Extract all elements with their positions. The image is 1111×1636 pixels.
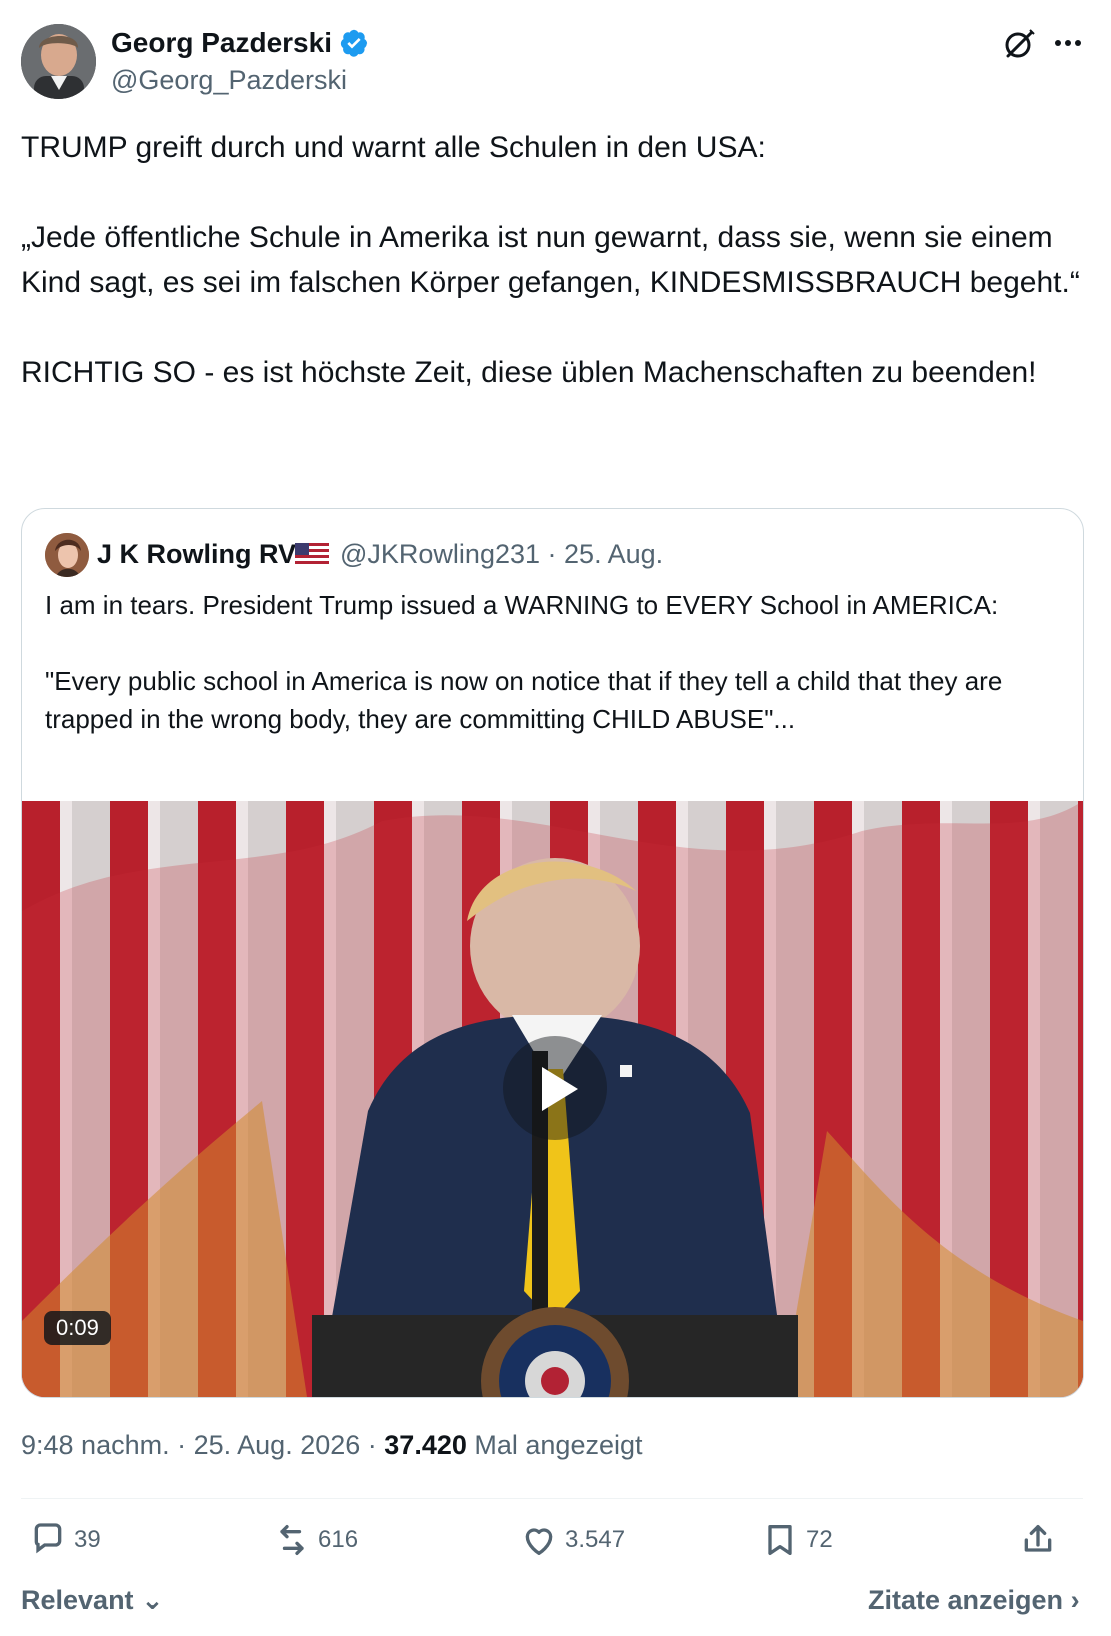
meta-separator: · xyxy=(547,539,565,569)
quote-author-name[interactable]: J K Rowling RV xyxy=(97,535,296,573)
author-name[interactable]: Georg Pazderski xyxy=(111,24,332,62)
post-date[interactable]: 25. Aug. 2026 xyxy=(194,1430,361,1460)
share-button[interactable] xyxy=(1018,1520,1064,1560)
bookmark-icon xyxy=(768,1525,792,1555)
share-icon xyxy=(1024,1525,1052,1552)
post-time[interactable]: 9:48 nachm. xyxy=(21,1430,170,1460)
quote-avatar[interactable] xyxy=(45,533,89,577)
tweet-text: TRUMP greift durch und warnt alle Schule… xyxy=(21,131,1080,389)
grok-icon[interactable] xyxy=(1000,25,1038,63)
more-icon[interactable] xyxy=(1050,28,1086,58)
quote-card[interactable]: J K Rowling RV @JKRowling231 · 25. Aug. … xyxy=(21,508,1084,1398)
action-divider xyxy=(21,1498,1083,1499)
repost-button[interactable]: 616 xyxy=(272,1520,358,1560)
repost-count: 616 xyxy=(318,1526,359,1553)
post-timestamp: 9:48 nachm. · 25. Aug. 2026 · 37.420 Mal… xyxy=(21,1426,643,1464)
bookmark-button[interactable]: 72 xyxy=(760,1520,833,1560)
video-duration: 0:09 xyxy=(44,1311,111,1345)
reply-icon xyxy=(34,1523,62,1554)
us-flag-icon xyxy=(295,543,329,567)
profile-avatar[interactable] xyxy=(21,24,96,99)
verified-icon xyxy=(340,29,368,57)
like-count: 3.547 xyxy=(565,1526,626,1553)
reply-count: 39 xyxy=(74,1526,101,1553)
reply-button[interactable]: 39 xyxy=(28,1520,101,1560)
quote-meta: @JKRowling231 · 25. Aug. xyxy=(340,535,663,573)
views-count: 37.420 xyxy=(384,1430,467,1460)
sort-relevant[interactable]: Relevant ⌄ xyxy=(21,1580,164,1620)
quote-author-handle[interactable]: @JKRowling231 xyxy=(340,539,540,569)
quote-text: I am in tears. President Trump issued a … xyxy=(45,590,1003,734)
quote-video[interactable]: 0:09 xyxy=(22,801,1083,1397)
video-thumbnail xyxy=(22,801,1083,1397)
quote-avatar-image xyxy=(45,533,89,577)
quote-date[interactable]: 25. Aug. xyxy=(564,539,663,569)
sort-label: Relevant xyxy=(21,1585,134,1615)
repost-icon xyxy=(280,1525,304,1555)
view-quotes-label: Zitate anzeigen xyxy=(868,1585,1064,1615)
meta-separator: · xyxy=(177,1430,194,1460)
like-button[interactable]: 3.547 xyxy=(519,1520,625,1560)
chevron-right-icon: › xyxy=(1070,1585,1080,1615)
heart-icon xyxy=(525,1528,553,1555)
views-label: Mal angezeigt xyxy=(474,1430,643,1460)
meta-separator: · xyxy=(367,1430,385,1460)
view-quotes-link[interactable]: Zitate anzeigen › xyxy=(868,1580,1080,1620)
avatar-image xyxy=(21,24,96,99)
author-handle[interactable]: @Georg_Pazderski xyxy=(111,62,347,98)
chevron-down-icon: ⌄ xyxy=(141,1585,164,1615)
bookmark-count: 72 xyxy=(806,1526,833,1553)
